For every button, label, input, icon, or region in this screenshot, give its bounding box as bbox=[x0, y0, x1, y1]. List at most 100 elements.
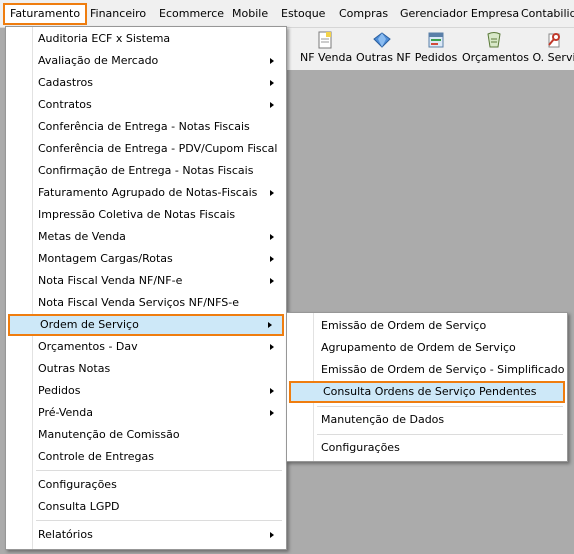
menubar-faturamento[interactable]: Faturamento bbox=[3, 3, 88, 25]
calculator-icon bbox=[487, 32, 501, 48]
menu-item-metas-venda[interactable]: Metas de Venda bbox=[8, 226, 284, 248]
menu-item-nf-servicos[interactable]: Nota Fiscal Venda Serviços NF/NFS-e bbox=[8, 292, 284, 314]
submenu-arrow-icon bbox=[270, 344, 274, 350]
menubar-estoque[interactable]: Estoque bbox=[281, 4, 325, 24]
menu-item-montagem-cargas[interactable]: Montagem Cargas/Rotas bbox=[8, 248, 284, 270]
menu-separator bbox=[317, 434, 563, 435]
submenu-arrow-icon bbox=[270, 278, 274, 284]
menu-item-label: Conferência de Entrega - Notas Fiscais bbox=[38, 120, 250, 133]
menu-item-label: Montagem Cargas/Rotas bbox=[38, 252, 173, 265]
menubar-financeiro[interactable]: Financeiro bbox=[90, 4, 146, 24]
document-icon bbox=[318, 31, 332, 49]
submenu-arrow-icon bbox=[270, 58, 274, 64]
submenu-arrow-icon bbox=[270, 532, 274, 538]
menu-item-avaliacao-mercado[interactable]: Avaliação de Mercado bbox=[8, 50, 284, 72]
ordem-servico-label: O. Servi bbox=[532, 51, 574, 64]
submenu-item-emissao-os-simplificado[interactable]: Emissão de Ordem de Serviço - Simplifica… bbox=[289, 359, 565, 381]
menu-item-outras-notas[interactable]: Outras Notas bbox=[8, 358, 284, 380]
menu-item-relatorios[interactable]: Relatórios bbox=[8, 524, 284, 546]
menu-item-nf-venda[interactable]: Nota Fiscal Venda NF/NF-e bbox=[8, 270, 284, 292]
submenu-arrow-icon bbox=[270, 234, 274, 240]
menu-item-label: Pré-Venda bbox=[38, 406, 93, 419]
faturamento-menu: Auditoria ECF x Sistema Avaliação de Mer… bbox=[5, 26, 287, 550]
menu-item-configuracoes[interactable]: Configurações bbox=[8, 474, 284, 496]
menu-separator bbox=[36, 520, 282, 521]
menu-item-conferencia-notas[interactable]: Conferência de Entrega - Notas Fiscais bbox=[8, 116, 284, 138]
menubar-compras[interactable]: Compras bbox=[339, 4, 388, 24]
menubar-ecommerce[interactable]: Ecommerce bbox=[159, 4, 224, 24]
pedidos-button[interactable]: Pedidos bbox=[414, 28, 458, 70]
blue-gem-icon bbox=[373, 32, 391, 48]
submenu-item-label: Configurações bbox=[321, 441, 400, 454]
menu-separator bbox=[36, 470, 282, 471]
menu-item-label: Relatórios bbox=[38, 528, 93, 541]
menubar-mobile[interactable]: Mobile bbox=[232, 4, 268, 24]
submenu-item-agrupamento-os[interactable]: Agrupamento de Ordem de Serviço bbox=[289, 337, 565, 359]
submenu-item-label: Emissão de Ordem de Serviço - Simplifica… bbox=[321, 363, 565, 376]
pedidos-label: Pedidos bbox=[414, 51, 458, 64]
submenu-item-emissao-os[interactable]: Emissão de Ordem de Serviço bbox=[289, 315, 565, 337]
menu-item-label: Impressão Coletiva de Notas Fiscais bbox=[38, 208, 236, 221]
menu-item-label: Metas de Venda bbox=[38, 230, 126, 243]
menu-item-label: Auditoria ECF x Sistema bbox=[38, 32, 171, 45]
menu-item-label: Nota Fiscal Venda NF/NF-e bbox=[38, 274, 183, 287]
nf-venda-label: NF Venda bbox=[300, 51, 353, 64]
menu-bar: Faturamento Financeiro Ecommerce Mobile … bbox=[0, 0, 574, 28]
menu-item-orcamentos-dav[interactable]: Orçamentos - Dav bbox=[8, 336, 284, 358]
orcamentos-button[interactable]: Orçamentos bbox=[462, 28, 529, 70]
ordem-servico-button[interactable]: O. Servi bbox=[532, 28, 574, 70]
menu-item-label: Outras Notas bbox=[38, 362, 111, 375]
menu-item-confirmacao-entrega[interactable]: Confirmação de Entrega - Notas Fiscais bbox=[8, 160, 284, 182]
menu-item-pedidos[interactable]: Pedidos bbox=[8, 380, 284, 402]
submenu-arrow-icon bbox=[270, 102, 274, 108]
ordem-servico-submenu: Emissão de Ordem de Serviço Agrupamento … bbox=[286, 312, 568, 462]
menu-item-consulta-lgpd[interactable]: Consulta LGPD bbox=[8, 496, 284, 518]
menu-separator bbox=[317, 406, 563, 407]
menu-item-label: Contratos bbox=[38, 98, 92, 111]
tools-icon bbox=[548, 33, 560, 48]
toolbar: NF Venda Outras NF Pedidos Orçamentos O.… bbox=[286, 28, 574, 70]
menu-item-label: Controle de Entregas bbox=[38, 450, 155, 463]
menubar-gerenciador-empresa[interactable]: Gerenciador Empresa bbox=[400, 4, 519, 24]
submenu-item-label: Consulta Ordens de Serviço Pendentes bbox=[323, 385, 537, 398]
orcamentos-label: Orçamentos bbox=[462, 51, 529, 64]
submenu-item-manutencao-dados[interactable]: Manutenção de Dados bbox=[289, 409, 565, 431]
submenu-arrow-icon bbox=[270, 256, 274, 262]
menu-item-label: Avaliação de Mercado bbox=[38, 54, 159, 67]
menu-item-label: Manutenção de Comissão bbox=[38, 428, 180, 441]
menu-item-label: Consulta LGPD bbox=[38, 500, 120, 513]
menu-item-label: Nota Fiscal Venda Serviços NF/NFS-e bbox=[38, 296, 239, 309]
menu-item-cadastros[interactable]: Cadastros bbox=[8, 72, 284, 94]
submenu-item-label: Manutenção de Dados bbox=[321, 413, 445, 426]
menu-item-label: Configurações bbox=[38, 478, 117, 491]
outras-nf-label: Outras NF bbox=[356, 51, 411, 64]
menu-item-pre-venda[interactable]: Pré-Venda bbox=[8, 402, 284, 424]
submenu-arrow-icon bbox=[270, 190, 274, 196]
submenu-arrow-icon bbox=[270, 80, 274, 86]
menu-item-controle-entregas[interactable]: Controle de Entregas bbox=[8, 446, 284, 468]
menubar-contabilidade[interactable]: Contabilid bbox=[521, 4, 574, 24]
menu-item-label: Ordem de Serviço bbox=[40, 318, 139, 331]
menu-item-conferencia-pdv[interactable]: Conferência de Entrega - PDV/Cupom Fisca… bbox=[8, 138, 284, 160]
menu-item-label: Faturamento Agrupado de Notas-Fiscais bbox=[38, 186, 258, 199]
menu-item-label: Confirmação de Entrega - Notas Fiscais bbox=[38, 164, 254, 177]
menu-item-label: Conferência de Entrega - PDV/Cupom Fisca… bbox=[38, 142, 278, 155]
submenu-item-consulta-os-pendentes[interactable]: Consulta Ordens de Serviço Pendentes bbox=[289, 381, 565, 403]
menu-item-contratos[interactable]: Contratos bbox=[8, 94, 284, 116]
submenu-item-label: Agrupamento de Ordem de Serviço bbox=[321, 341, 516, 354]
submenu-item-label: Emissão de Ordem de Serviço bbox=[321, 319, 487, 332]
nf-venda-button[interactable]: NF Venda bbox=[300, 28, 353, 70]
menu-item-auditoria-ecf[interactable]: Auditoria ECF x Sistema bbox=[8, 28, 284, 50]
submenu-arrow-icon bbox=[270, 388, 274, 394]
submenu-item-configuracoes[interactable]: Configurações bbox=[289, 437, 565, 459]
menu-item-label: Orçamentos - Dav bbox=[38, 340, 138, 353]
menu-item-manutencao-comissao[interactable]: Manutenção de Comissão bbox=[8, 424, 284, 446]
outras-nf-button[interactable]: Outras NF bbox=[356, 28, 411, 70]
menu-item-faturamento-agrupado[interactable]: Faturamento Agrupado de Notas-Fiscais bbox=[8, 182, 284, 204]
form-icon bbox=[428, 32, 444, 48]
submenu-arrow-icon bbox=[268, 322, 272, 328]
menu-item-ordem-servico[interactable]: Ordem de Serviço bbox=[8, 314, 284, 336]
menu-item-label: Cadastros bbox=[38, 76, 93, 89]
menu-item-impressao-coletiva[interactable]: Impressão Coletiva de Notas Fiscais bbox=[8, 204, 284, 226]
submenu-arrow-icon bbox=[270, 410, 274, 416]
